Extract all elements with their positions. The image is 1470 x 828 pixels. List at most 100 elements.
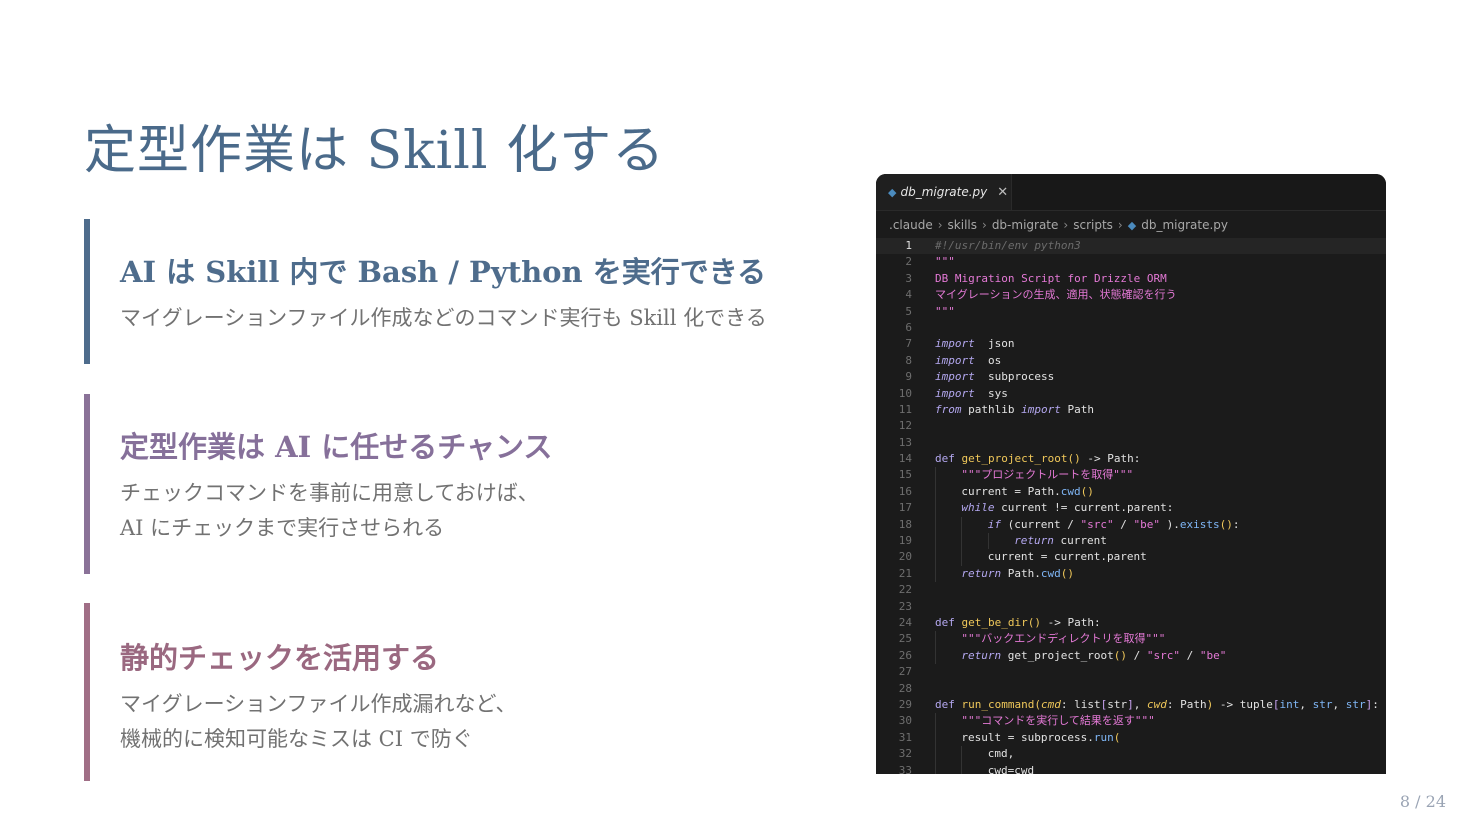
- code-line[interactable]: 10 import sys: [876, 386, 1386, 402]
- code-line[interactable]: 21 return Path.cwd(): [876, 565, 1386, 583]
- code-line[interactable]: 3 DB Migration Script for Drizzle ORM: [876, 271, 1386, 287]
- code-line[interactable]: 12: [876, 418, 1386, 434]
- code-line[interactable]: 2 """: [876, 254, 1386, 270]
- code-token: (current /: [1001, 517, 1081, 531]
- breadcrumb-item[interactable]: scripts: [1073, 218, 1113, 232]
- code-text: current = Path.cwd(): [961, 484, 1093, 500]
- code-token: exists: [1179, 517, 1220, 531]
- breadcrumb-item[interactable]: db_migrate.py: [1141, 218, 1228, 232]
- code-line[interactable]: 16 current = Path.cwd(): [876, 483, 1386, 501]
- code-line[interactable]: 23: [876, 599, 1386, 615]
- breadcrumb-item[interactable]: db-migrate: [992, 218, 1059, 232]
- code-token: :: [1372, 697, 1379, 711]
- code-line[interactable]: 25 """バックエンドディレクトリを取得""": [876, 631, 1386, 648]
- line-number: 5: [905, 304, 912, 318]
- line-number: 4: [905, 288, 912, 302]
- code-line[interactable]: 5 """: [876, 304, 1386, 320]
- code-token: ,: [1133, 697, 1147, 711]
- code-line[interactable]: 33 cwd=cwd: [876, 762, 1386, 775]
- code-token: while: [961, 501, 995, 515]
- code-token: str: [1107, 697, 1128, 711]
- code-token: def: [935, 697, 962, 711]
- code-token: /: [1179, 648, 1200, 662]
- code-line[interactable]: 31 result = subprocess.run(: [876, 729, 1386, 747]
- code-token: json: [974, 337, 1015, 351]
- code-line[interactable]: 29 def run_command(cmd: list[str], cwd: P…: [876, 697, 1386, 713]
- indent-guide: [961, 762, 963, 774]
- code-token: (): [1027, 615, 1041, 629]
- code-token: def: [935, 452, 962, 466]
- python-icon: ◆: [888, 185, 897, 199]
- code-token: import: [935, 386, 975, 400]
- point-automation-chance: 定型作業は AI に任せるチャンス チェックコマンドを事前に用意しておけば、 AI…: [84, 394, 824, 574]
- code-token: import: [935, 370, 975, 384]
- line-number: 2: [905, 255, 912, 269]
- code-token: :: [1232, 517, 1240, 531]
- line-number: 20: [898, 550, 912, 564]
- point-heading: 静的チェックを活用する: [120, 641, 440, 675]
- code-line[interactable]: 13: [876, 435, 1386, 451]
- point-heading: 定型作業は AI に任せるチャンス: [120, 430, 553, 464]
- code-text: """: [935, 304, 955, 320]
- code-line[interactable]: 6: [876, 320, 1386, 336]
- editor-tab-db-migrate[interactable]: ◆ db_migrate.py ✕: [876, 174, 1012, 210]
- line-number: 10: [898, 386, 912, 400]
- line-number: 6: [905, 320, 912, 334]
- code-line[interactable]: 14 def get_project_root() -> Path:: [876, 451, 1386, 467]
- close-icon[interactable]: ✕: [997, 185, 1008, 200]
- code-line[interactable]: 11 from pathlib import Path: [876, 402, 1386, 418]
- line-number: 9: [905, 370, 912, 384]
- code-token: current != current.parent:: [994, 501, 1174, 515]
- point-static-check: 静的チェックを活用する マイグレーションファイル作成漏れなど、 機械的に検知可能な…: [84, 603, 824, 781]
- indent-guide: [935, 467, 936, 484]
- code-token: from: [935, 402, 962, 416]
- code-line[interactable]: 26 return get_project_root() / "src" / "b…: [876, 647, 1386, 665]
- code-token: "be": [1133, 517, 1161, 531]
- code-line[interactable]: 32 cmd,: [876, 746, 1386, 763]
- code-token: if: [987, 517, 1002, 531]
- code-text: #!/usr/bin/env python3: [935, 238, 1081, 254]
- code-token: Path.: [1001, 566, 1041, 580]
- line-number: 23: [898, 599, 912, 613]
- code-line[interactable]: 8 import os: [876, 353, 1386, 369]
- code-text: from pathlib import Path: [935, 402, 1094, 418]
- code-text: """コマンドを実行して結果を返す""": [961, 713, 1154, 729]
- code-token: import: [1021, 402, 1061, 416]
- indent-guide: [961, 533, 963, 550]
- line-number: 14: [898, 452, 912, 466]
- breadcrumb-item[interactable]: .claude: [889, 218, 933, 232]
- code-line[interactable]: 15 """プロジェクトルートを取得""": [876, 467, 1386, 484]
- indent-guide: [935, 500, 936, 517]
- code-line[interactable]: 4 マイグレーションの生成、適用、状態確認を行う: [876, 287, 1386, 303]
- indent-guide: [935, 631, 936, 648]
- code-line[interactable]: 1 #!/usr/bin/env python3: [876, 238, 1386, 255]
- code-line[interactable]: 19 return current: [876, 533, 1386, 550]
- chevron-right-icon: ›: [1117, 218, 1123, 232]
- code-area[interactable]: 1 #!/usr/bin/env python3 2 """ 3 DB Migration…: [876, 238, 1386, 774]
- code-line[interactable]: 20 current = current.parent: [876, 549, 1386, 566]
- code-token: Path: [1060, 402, 1094, 416]
- code-line[interactable]: 9 import subprocess: [876, 369, 1386, 385]
- code-line[interactable]: 18 if (current / "src" / "be" ).exists():: [876, 516, 1386, 534]
- line-number: 16: [898, 484, 912, 498]
- code-token: pathlib: [961, 402, 1022, 416]
- code-line[interactable]: 27: [876, 664, 1386, 680]
- code-token: current = current.parent: [987, 550, 1147, 564]
- code-line[interactable]: 30 """コマンドを実行して結果を返す""": [876, 713, 1386, 730]
- chevron-right-icon: ›: [937, 218, 943, 232]
- code-token: return: [1014, 534, 1054, 548]
- code-token: sys: [974, 386, 1008, 400]
- code-line[interactable]: 22: [876, 582, 1386, 598]
- line-number: 33: [898, 763, 912, 775]
- code-line[interactable]: 28: [876, 681, 1386, 697]
- code-token: マイグレーションの生成、適用、状態確認を行う: [935, 288, 1177, 302]
- line-number: 24: [898, 615, 912, 629]
- code-token: ]: [1127, 697, 1134, 711]
- breadcrumb-item[interactable]: skills: [948, 218, 977, 232]
- code-token: """バックエンドディレクトリを取得""": [961, 632, 1166, 646]
- code-line[interactable]: 24 def get_be_dir() -> Path:: [876, 615, 1386, 631]
- code-line[interactable]: 17 while current != current.parent:: [876, 500, 1386, 517]
- code-token: run_command: [961, 697, 1035, 711]
- code-line[interactable]: 7 import json: [876, 336, 1386, 352]
- code-text: return Path.cwd(): [961, 566, 1074, 582]
